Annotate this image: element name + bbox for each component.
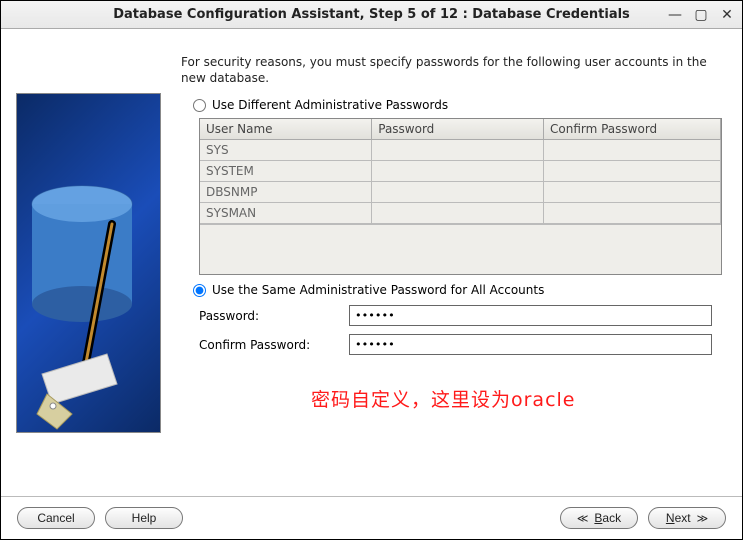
back-button[interactable]: ≪ Back — [560, 507, 638, 529]
radio-same[interactable] — [193, 284, 206, 297]
minimize-icon[interactable]: — — [666, 7, 684, 23]
window-title: Database Configuration Assistant, Step 5… — [113, 7, 630, 22]
next-label: ext — [675, 511, 691, 525]
chevron-left-icon: ≪ — [577, 512, 589, 525]
table-row: DBSNMP — [200, 182, 721, 203]
instruction-text: For security reasons, you must specify p… — [181, 54, 722, 86]
help-button[interactable]: Help — [105, 507, 183, 529]
col-user-name: User Name — [200, 119, 372, 140]
option-different-label: Use Different Administrative Passwords — [212, 98, 448, 112]
table-row: SYS — [200, 140, 721, 161]
maximize-icon[interactable]: ▢ — [692, 7, 710, 23]
option-same-password[interactable]: Use the Same Administrative Password for… — [193, 283, 722, 297]
users-table: User Name Password Confirm Password SYS … — [199, 118, 722, 275]
close-icon[interactable]: ✕ — [718, 7, 736, 23]
radio-different[interactable] — [193, 99, 206, 112]
label-confirm-password: Confirm Password: — [199, 338, 339, 352]
password-input[interactable] — [349, 305, 712, 326]
annotation-text: 密码自定义，这里设为oracle — [311, 385, 722, 412]
chevron-right-icon: ≫ — [697, 512, 709, 525]
option-different-passwords[interactable]: Use Different Administrative Passwords — [193, 98, 722, 112]
titlebar: Database Configuration Assistant, Step 5… — [1, 1, 742, 29]
table-row: SYSTEM — [200, 161, 721, 182]
wizard-sidebar-image — [1, 29, 171, 496]
col-confirm-password: Confirm Password — [544, 119, 721, 140]
option-same-label: Use the Same Administrative Password for… — [212, 283, 544, 297]
table-row: SYSMAN — [200, 203, 721, 224]
col-password: Password — [372, 119, 544, 140]
next-button[interactable]: Next ≫ — [648, 507, 726, 529]
cancel-button[interactable]: Cancel — [17, 507, 95, 529]
back-label: ack — [602, 511, 621, 525]
label-password: Password: — [199, 309, 339, 323]
main-pane: For security reasons, you must specify p… — [171, 29, 742, 496]
wizard-footer: Cancel Help ≪ Back Next ≫ — [1, 496, 742, 539]
confirm-password-input[interactable] — [349, 334, 712, 355]
